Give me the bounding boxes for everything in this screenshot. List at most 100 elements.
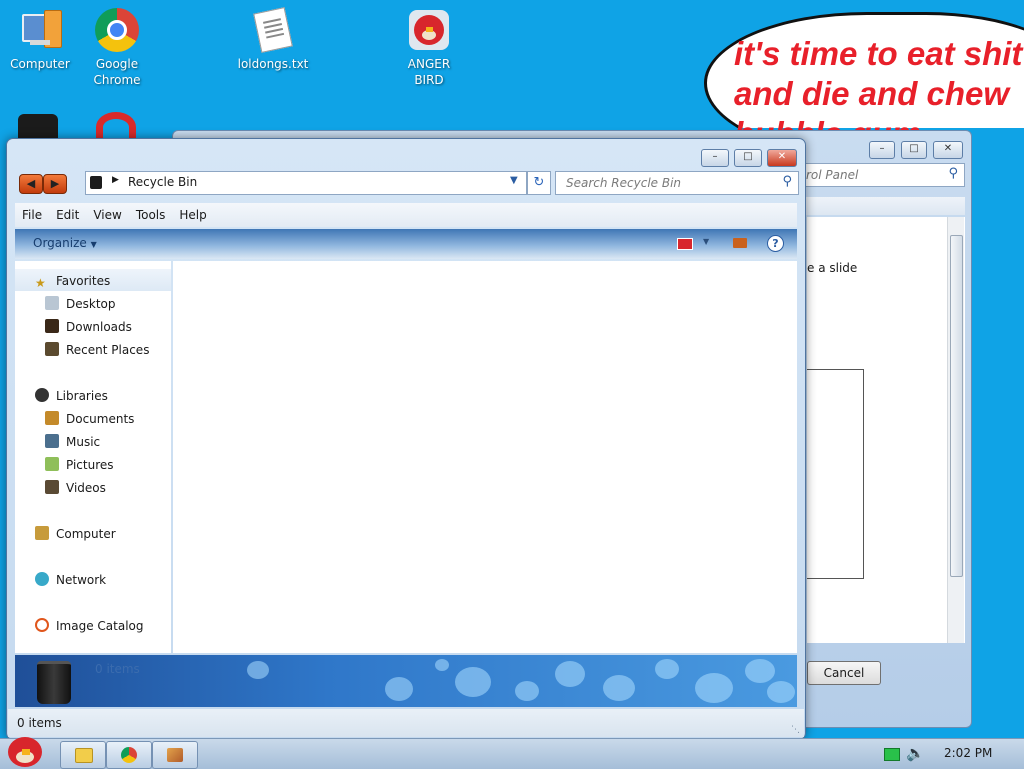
address-text: Recycle Bin <box>128 175 198 189</box>
documents-icon <box>45 411 59 425</box>
search-icon: ⚲ <box>782 174 792 189</box>
nav-label: Image Catalog <box>56 619 144 633</box>
text-file-icon <box>251 7 295 53</box>
address-bar[interactable]: ▶ Recycle Bin ▼ <box>85 171 527 195</box>
details-pane: 0 items <box>15 655 797 707</box>
nav-label: Recent Places <box>66 343 150 357</box>
nav-label: Libraries <box>56 389 108 403</box>
desktop-icon-label: loldongs.txt <box>237 57 309 71</box>
nav-image-catalog[interactable]: Image Catalog <box>35 616 143 636</box>
computer-icon <box>35 526 49 540</box>
status-bar: 0 items ⋱ <box>8 709 804 737</box>
menu-tools[interactable]: Tools <box>129 203 173 227</box>
menu-view[interactable]: View <box>86 203 128 227</box>
image-catalog-icon <box>35 618 49 632</box>
nav-label: Favorites <box>56 274 111 288</box>
refresh-button[interactable]: ↻ <box>527 171 551 195</box>
network-tray-icon[interactable] <box>884 748 900 761</box>
search-box[interactable]: Search Recycle Bin ⚲ <box>555 171 799 195</box>
status-item-count: 0 items <box>17 716 62 730</box>
close-button[interactable]: ✕ <box>767 149 797 167</box>
nav-label: Videos <box>66 481 106 495</box>
taskbar-explorer-button[interactable] <box>60 741 106 769</box>
start-button[interactable] <box>2 733 48 769</box>
nav-label: Music <box>66 435 101 449</box>
bg-close-button[interactable]: ✕ <box>933 141 963 159</box>
chevron-down-icon[interactable]: ▼ <box>510 175 518 186</box>
nav-computer[interactable]: Computer <box>35 524 116 544</box>
chevron-down-icon: ▼ <box>90 240 97 249</box>
nav-videos[interactable]: Videos <box>45 478 106 498</box>
network-icon <box>35 572 49 586</box>
nav-downloads[interactable]: Downloads <box>45 317 132 337</box>
star-icon: ★ <box>35 276 46 290</box>
desktop-icon-anger-bird[interactable]: ANGER BIRD <box>389 0 469 88</box>
nav-music[interactable]: Music <box>45 432 100 452</box>
desktop-icon-text-file[interactable]: loldongs.txt <box>233 0 313 72</box>
bg-scrollbar[interactable] <box>947 217 964 643</box>
menu-help[interactable]: Help <box>172 203 213 227</box>
speech-bubble-text: it's time to eat shit and die and chew b… <box>734 34 1024 136</box>
explorer-window[interactable]: – □ ✕ ◀ ▶ ▶ Recycle Bin ▼ ↻ Search Recyc… <box>6 138 806 740</box>
chevron-down-icon[interactable]: ▼ <box>703 237 709 246</box>
file-list[interactable] <box>173 261 797 653</box>
menu-file[interactable]: File <box>15 203 49 227</box>
taskbar: 🔈 2:02 PM <box>0 737 1024 769</box>
chrome-icon <box>95 8 139 52</box>
organize-button[interactable]: Organize ▼ <box>33 236 97 250</box>
nav-libraries[interactable]: Libraries <box>35 386 108 406</box>
help-icon[interactable]: ? <box>767 235 784 252</box>
desktop-icon-label: Google Chrome <box>93 57 141 87</box>
taskbar-chrome-button[interactable] <box>106 741 152 769</box>
bg-preview-box <box>807 369 864 579</box>
recent-places-icon <box>45 342 59 356</box>
bg-maximize-button[interactable]: □ <box>901 141 927 159</box>
downloads-icon <box>45 319 59 333</box>
paint-icon <box>167 748 183 762</box>
bg-cancel-button[interactable]: Cancel <box>807 661 881 685</box>
nav-pictures[interactable]: Pictures <box>45 455 114 475</box>
nav-recent-places[interactable]: Recent Places <box>45 340 149 360</box>
desktop-icon-chrome[interactable]: Google Chrome <box>77 0 157 88</box>
nav-favorites[interactable]: ★ Favorites <box>35 271 110 291</box>
nav-documents[interactable]: Documents <box>45 409 134 429</box>
preview-pane-icon[interactable] <box>733 238 747 248</box>
desktop-icon-computer[interactable]: Computer <box>0 0 80 72</box>
nav-label: Network <box>56 573 107 587</box>
bg-search-box[interactable]: rol Panel ⚲ <box>805 163 965 187</box>
bg-text-fragment: e a slide <box>807 261 858 275</box>
nav-desktop[interactable]: Desktop <box>45 294 116 314</box>
desktop-folder-icon <box>45 296 59 310</box>
music-icon <box>45 434 59 448</box>
back-button[interactable]: ◀ <box>19 174 43 194</box>
search-placeholder: Search Recycle Bin <box>566 176 682 190</box>
cancel-label: Cancel <box>823 666 865 680</box>
clock[interactable]: 2:02 PM <box>944 746 992 760</box>
recycle-bin-desktop-icon[interactable] <box>18 114 58 138</box>
command-bar: Organize ▼ ▼ ? <box>15 229 797 259</box>
menu-edit[interactable]: Edit <box>49 203 86 227</box>
search-icon: ⚲ <box>948 166 958 181</box>
bg-minimize-button[interactable]: – <box>869 141 895 159</box>
taskbar-app-button[interactable] <box>152 741 198 769</box>
view-options-icon[interactable] <box>677 238 693 250</box>
maximize-button[interactable]: □ <box>734 149 762 167</box>
volume-tray-icon[interactable]: 🔈 <box>906 744 925 762</box>
angry-bird-icon <box>8 737 42 767</box>
nav-label: Downloads <box>66 320 132 334</box>
nav-label: Desktop <box>66 297 116 311</box>
nav-network[interactable]: Network <box>35 570 106 590</box>
videos-icon <box>45 480 59 494</box>
desktop-icon-label: ANGER BIRD <box>407 57 451 87</box>
pictures-icon <box>45 457 59 471</box>
resize-grip-icon[interactable]: ⋱ <box>791 725 800 735</box>
minimize-button[interactable]: – <box>701 149 729 167</box>
recycle-bin-large-icon <box>37 661 71 704</box>
speech-bubble-line: and die and chew <box>734 75 1010 112</box>
recycle-bin-icon <box>90 176 102 189</box>
forward-button[interactable]: ▶ <box>43 174 67 194</box>
refresh-icon: ↻ <box>533 175 545 190</box>
folder-icon <box>75 748 93 763</box>
menu-bar: File Edit View Tools Help <box>15 203 797 227</box>
angry-bird-icon <box>407 8 451 52</box>
